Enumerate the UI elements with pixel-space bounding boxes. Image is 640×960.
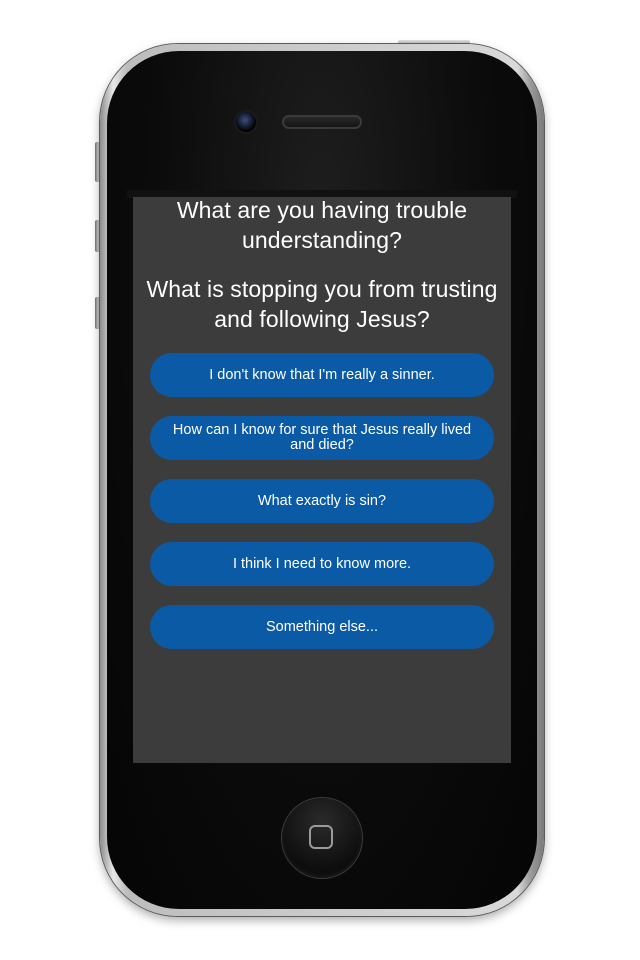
device-frame: What are you having trouble understandin…: [0, 0, 640, 960]
home-button[interactable]: [282, 798, 362, 878]
option-know-more-button[interactable]: I think I need to know more.: [150, 542, 494, 586]
app-screen: What are you having trouble understandin…: [133, 197, 511, 763]
option-not-a-sinner-button[interactable]: I don't know that I'm really a sinner.: [150, 353, 494, 397]
option-jesus-lived-button[interactable]: How can I know for sure that Jesus reall…: [150, 416, 494, 460]
answer-options: I don't know that I'm really a sinner. H…: [150, 353, 494, 668]
front-camera-icon: [236, 112, 256, 132]
option-what-is-sin-button[interactable]: What exactly is sin?: [150, 479, 494, 523]
question-heading-2: What is stopping you from trusting and f…: [146, 276, 498, 332]
option-something-else-button[interactable]: Something else...: [150, 605, 494, 649]
earpiece-speaker: [282, 115, 362, 129]
home-square-icon: [309, 825, 333, 849]
question-heading-1: What are you having trouble understandin…: [176, 197, 468, 253]
